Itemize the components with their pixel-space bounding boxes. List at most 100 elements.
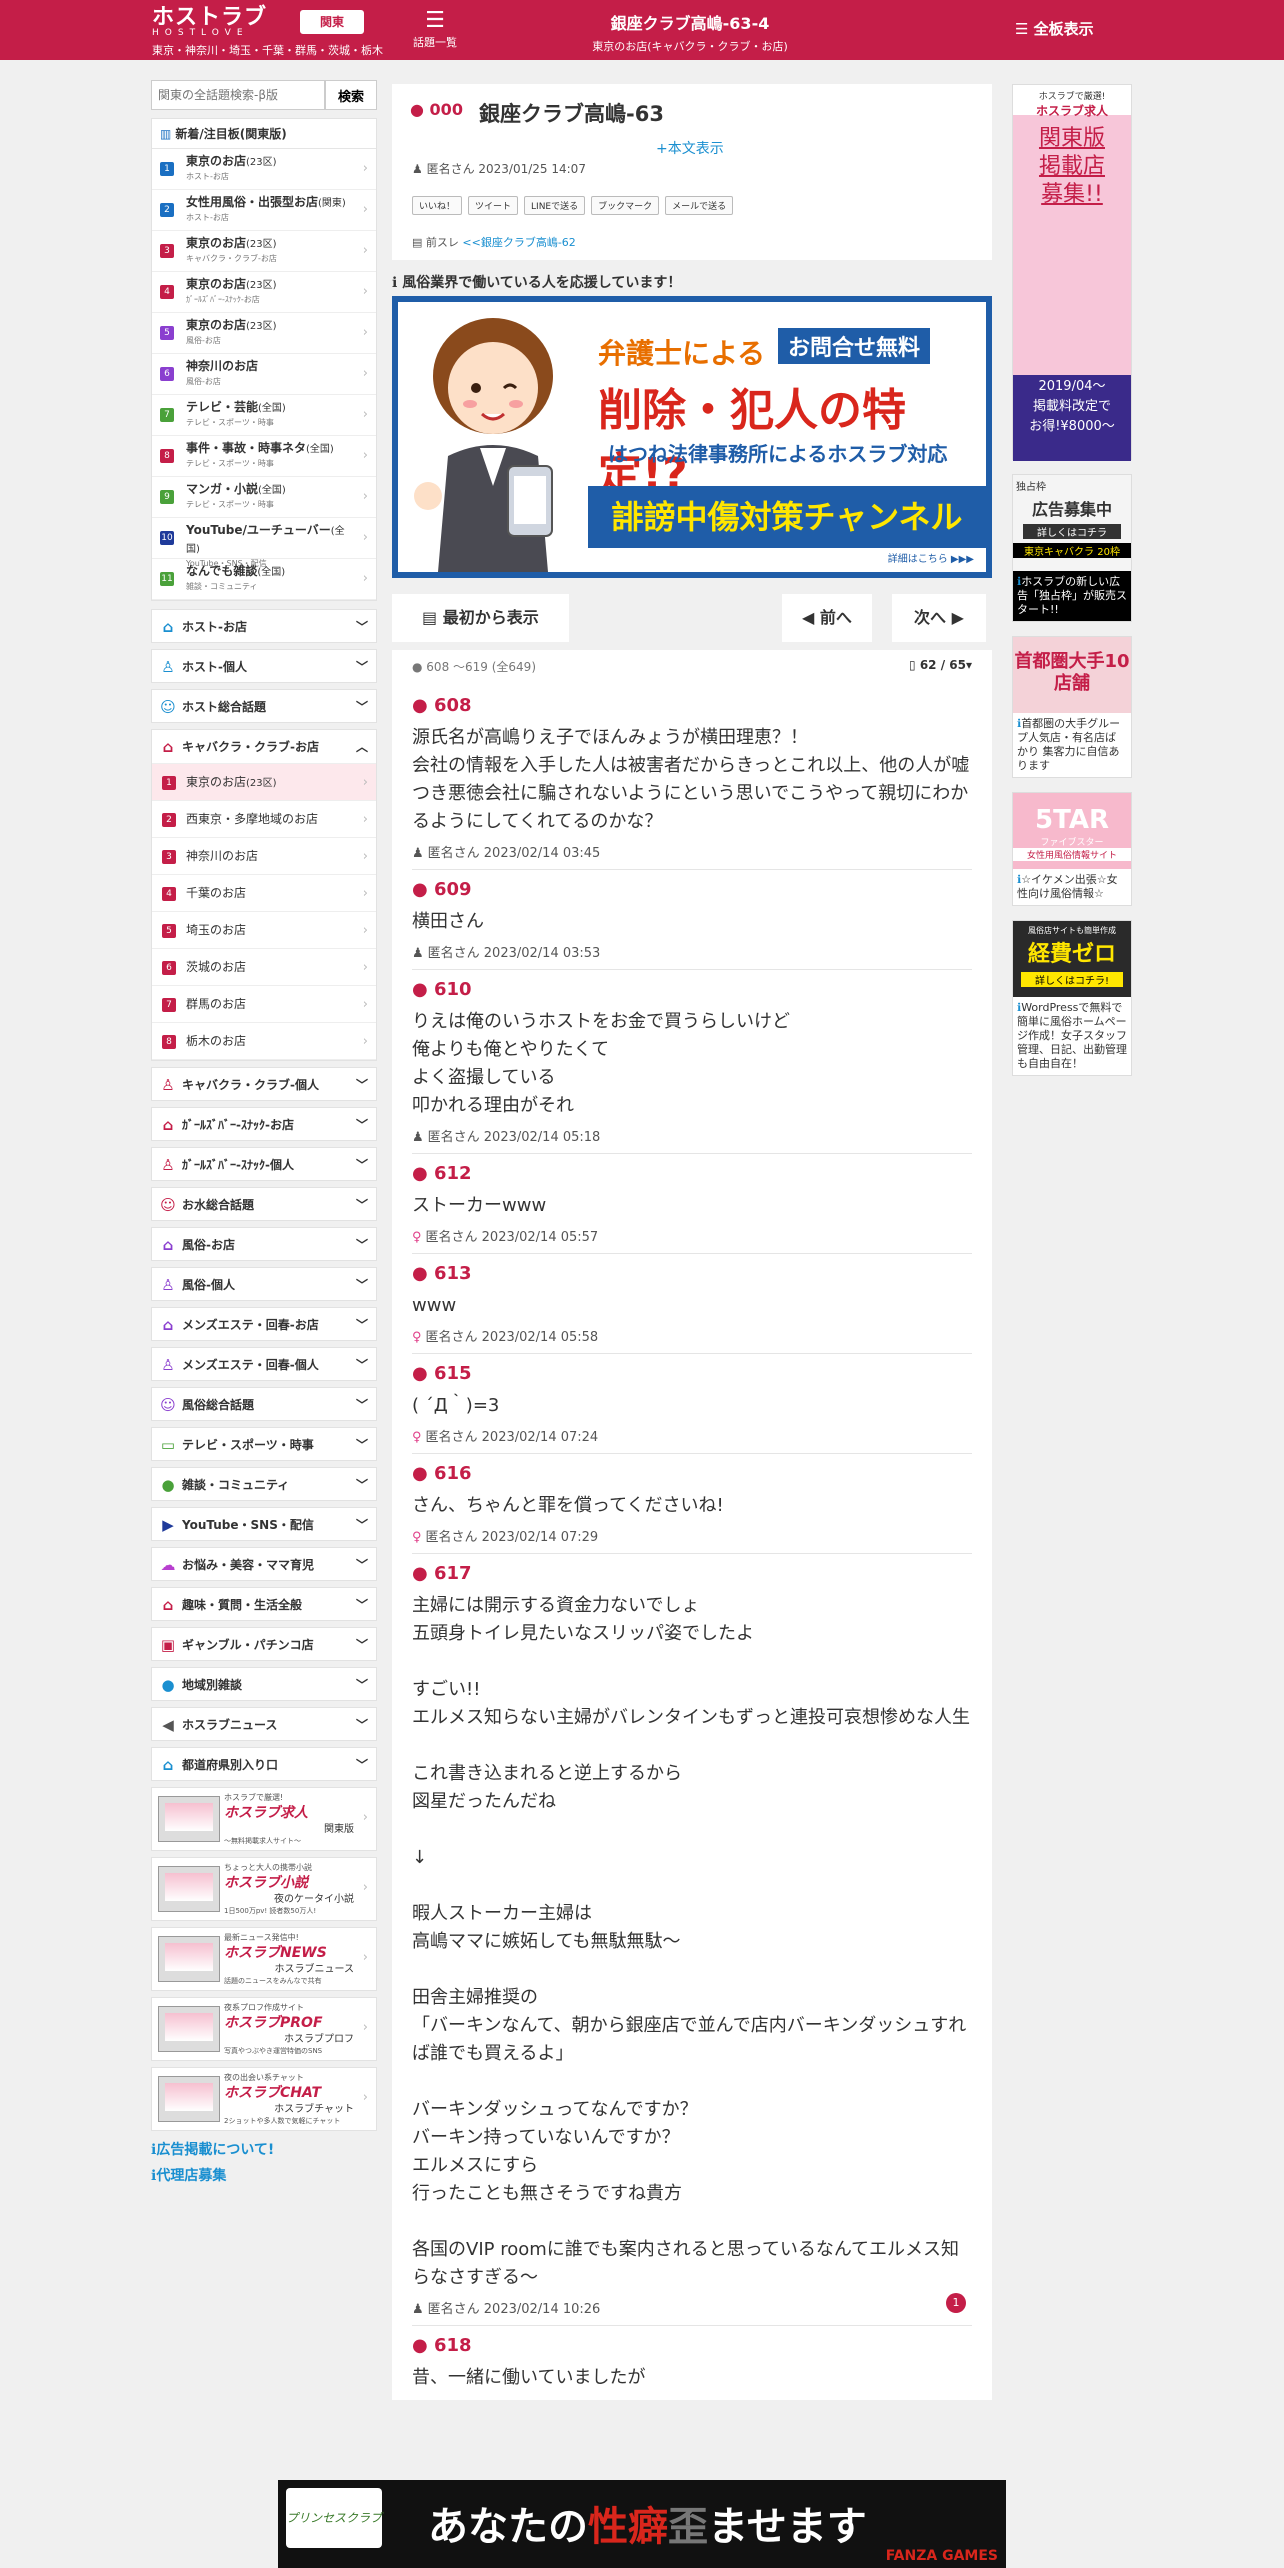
menu-item[interactable]: ⌂ 都道府県別入り口 ﹀ [151,1747,377,1781]
menu-item[interactable]: ● 地域別雑談 ﹀ [151,1667,377,1701]
post-number[interactable]: ● 612 [412,1162,972,1186]
all-boards-button[interactable]: ☰ 全板表示 [1015,18,1094,39]
sub-menu-item[interactable]: 1 東京のお店(23区) › [152,764,376,801]
right-ad-bottom: 東京キャバクラ 20枠 [1013,543,1131,558]
prev-thread-link[interactable]: <<銀座クラブ高嶋-62 [462,236,575,249]
new-board-item[interactable]: 5 東京のお店(23区) 風俗-お店 › [152,313,376,354]
service-banner[interactable]: 夜の出会い系チャット ホスラブCHAT ホスラブチャット 2ショットや多人数で気軽にチ… [151,2067,377,2131]
new-board-item[interactable]: 4 東京のお店(23区) ｶﾞｰﾙｽﾞﾊﾞｰ-ｽﾅｯｸ-お店 › [152,272,376,313]
show-body-link[interactable]: +本文表示 [656,138,724,158]
page-select[interactable]: ▯ 62 / 65▾ [909,658,972,672]
show-from-start-button[interactable]: ▤ 最初から表示 [392,594,569,642]
menu-item[interactable]: ● 雑談・コミュニティ ﹀ [151,1467,377,1501]
menu-item[interactable]: ▭ テレビ・スポーツ・時事 ﹀ [151,1427,377,1461]
service-banner[interactable]: 夜系プロフ作成サイト ホスラブPROF ホスラブプロフ 写真やつぶやき運営特価のSNS… [151,1997,377,2061]
sub-menu-item[interactable]: 7 群馬のお店 › [152,986,376,1023]
menu-item[interactable]: ⌂ 趣味・質問・生活全般 ﹀ [151,1587,377,1621]
ad-detail-link[interactable]: 詳細はこちら ▶▶▶ [888,550,974,565]
post-number[interactable]: ● 608 [412,694,972,718]
mail-share-button[interactable]: メールで送る [665,196,734,215]
menu-item[interactable]: ♙ 風俗-個人 ﹀ [151,1267,377,1301]
tweet-button[interactable]: ツイート [468,196,519,215]
new-board-item[interactable]: 1 東京のお店(23区) ホスト-お店 › [152,149,376,190]
post-number[interactable]: ● 613 [412,1262,972,1286]
menu-item[interactable]: ⌂ ホスト-お店 ﹀ [151,609,377,643]
post-body: さん、ちゃんと罪を償ってくださいね! [412,1495,724,1516]
right-ad-brand: 首都圏大手10店舗 [1014,651,1130,694]
lawyer-ad-banner[interactable]: 弁護士による お問合せ無料 削除・犯人の特定!? はつね法律事務所によるホスラブ… [392,296,992,578]
new-board-item[interactable]: 3 東京のお店(23区) キャバクラ・クラブ-お店 › [152,231,376,272]
bottom-ad-banner[interactable]: プリンセスクラブ あなたの性癖歪ませます FANZA GAMES [278,2480,1006,2568]
comment-icon: ● [412,1163,434,1184]
comment-icon: ● [410,100,424,119]
menu-item[interactable]: ♙ ｶﾞｰﾙｽﾞﾊﾞｰ-ｽﾅｯｸ-個人 ﹀ [151,1147,377,1181]
new-board-item[interactable]: 9 マンガ・小説(全国) テレビ・スポーツ・時事 › [152,477,376,518]
search-input[interactable] [151,80,325,110]
menu-item[interactable]: ⌂ メンズエステ・回春-お店 ﹀ [151,1307,377,1341]
bookmark-button[interactable]: ブックマーク [591,196,660,215]
menu-item[interactable]: ⌂ 風俗-お店 ﹀ [151,1227,377,1261]
menu-item[interactable]: ☺ 風俗総合話題 ﹀ [151,1387,377,1421]
item-number: 4 [160,285,174,299]
menu-item[interactable]: ☺ お水総合話題 ﹀ [151,1187,377,1221]
post-number[interactable]: ● 617 [412,1562,972,1586]
menu-item[interactable]: ⌂ ｶﾞｰﾙｽﾞﾊﾞｰ-ｽﾅｯｸ-お店 ﹀ [151,1107,377,1141]
female-user-icon: ♀ [412,1230,422,1245]
service-banner[interactable]: ちょっと大人の携帯小説 ホスラブ小説 夜のケータイ小説 1日500万pv! 読者数50… [151,1857,377,1921]
post-number[interactable]: ● 618 [412,2334,972,2358]
menu-item[interactable]: ▶ YouTube・SNS・配信 ﹀ [151,1507,377,1541]
sub-menu-item[interactable]: 4 千葉のお店 › [152,875,376,912]
menu-item[interactable]: ♙ キャバクラ・クラブ-個人 ﹀ [151,1067,377,1101]
menu-label: メンズエステ・回春-個人 [182,1358,319,1372]
sub-menu-item[interactable]: 3 神奈川のお店 › [152,838,376,875]
facebook-like-button[interactable]: いいね！ [412,196,463,215]
right-ad-top10[interactable]: 首都圏大手10店舗 ℹ首都圏の大手グループ人気店・有名店ばかり 集客力に自信あり… [1012,636,1132,778]
menu-item[interactable]: ☺ ホスト総合話題 ﹀ [151,689,377,723]
post-number[interactable]: ● 615 [412,1362,972,1386]
menu-icon: ⌂ [162,1116,174,1134]
thread-number: ● 000 [410,100,463,119]
reply-count-badge[interactable]: 1 [946,2293,966,2313]
sub-menu-item[interactable]: 6 茨城のお店 › [152,949,376,986]
new-board-item[interactable]: 8 事件・事故・時事ネタ(全国) テレビ・スポーツ・時事 › [152,436,376,477]
menu-item[interactable]: ▣ ギャンブル・パチンコ店 ﹀ [151,1627,377,1661]
service-banner[interactable]: ホスラブで厳選! ホスラブ求人 関東版 〜無料掲載求人サイト〜 › [151,1787,377,1851]
menu-item[interactable]: ◀ ホスラブニュース ﹀ [151,1707,377,1741]
post-number[interactable]: ● 610 [412,978,972,1002]
post-number[interactable]: ● 616 [412,1462,972,1486]
sub-menu-item[interactable]: 8 栃木のお店 › [152,1023,376,1060]
right-ad-wordpress[interactable]: 風俗店サイトも簡単作成 経費ゼロ 詳しくはコチラ! ℹWordPressで無料で… [1012,920,1132,1076]
chevron-right-icon: › [362,284,368,299]
agency-link[interactable]: ℹ代理店募集 [151,2163,377,2189]
new-board-item[interactable]: 11 なんでも雑談(全国) 雑談・コミュニティ › [152,559,376,600]
ad-info-link[interactable]: ℹ広告掲載について! [151,2137,377,2163]
right-ad-top: ホスラブで厳選! [1038,92,1106,102]
menu-item[interactable]: ☁ お悩み・美容・ママ育児 ﹀ [151,1547,377,1581]
new-board-item[interactable]: 2 女性用風俗・出張型お店(関東) ホスト-お店 › [152,190,376,231]
search-form: 検索 [151,80,377,110]
service-banner[interactable]: 最新ニュース発信中! ホスラブNEWS ホスラブニュース 話題のニュースをみんなで共有… [151,1927,377,1991]
topics-list-button[interactable]: ☰ 話題一覧 [405,8,465,54]
new-boards-header: ▥ 新着/注目板(関東版) [152,119,376,149]
menu-item[interactable]: ♙ ホスト-個人 ﹀ [151,649,377,683]
line-share-button[interactable]: LINEで送る [524,196,586,215]
sub-menu-item[interactable]: 2 西東京・多摩地域のお店 › [152,801,376,838]
arrow-left-icon: ◀ [802,608,820,627]
new-board-item[interactable]: 10 YouTube/ユーチューバー(全国) YouTube・SNS・配信 › [152,518,376,568]
posts-range: 608 ～619 (全649) [426,660,537,674]
region-button[interactable]: 関東 [300,10,364,34]
post-number[interactable]: ● 609 [412,878,972,902]
menu-item[interactable]: ♙ メンズエステ・回春-個人 ﹀ [151,1347,377,1381]
right-ad-brand: 5TAR [1035,805,1109,835]
new-board-item[interactable]: 6 神奈川のお店 風俗-お店 › [152,354,376,395]
prev-page-button[interactable]: ◀ 前へ [782,594,872,642]
right-ad-5tar[interactable]: 5TAR ファイブスター 女性用風俗情報サイト ℹ☆イケメン出張☆女性向け風俗情… [1012,792,1132,906]
search-button[interactable]: 検索 [325,80,377,110]
right-ad-exclusive[interactable]: 独占枠 広告募集中 詳しくはコチラ 東京キャバクラ 20枠 ℹホスラブの新しい広… [1012,474,1132,622]
next-page-button[interactable]: 次へ ▶ [892,594,986,642]
post: ● 618 昔、一緒に働いていましたが [412,2326,972,2400]
sub-menu-item[interactable]: 5 埼玉のお店 › [152,912,376,949]
right-ad-recruit[interactable]: ホスラブで厳選! ホスラブ求人 関東版 掲載店 募集!! 2019/04〜 掲載… [1012,84,1132,461]
new-board-item[interactable]: 7 テレビ・芸能(全国) テレビ・スポーツ・時事 › [152,395,376,436]
menu-cabaret-shops[interactable]: ⌂ キャバクラ・クラブ-お店 ︿ [152,730,376,764]
